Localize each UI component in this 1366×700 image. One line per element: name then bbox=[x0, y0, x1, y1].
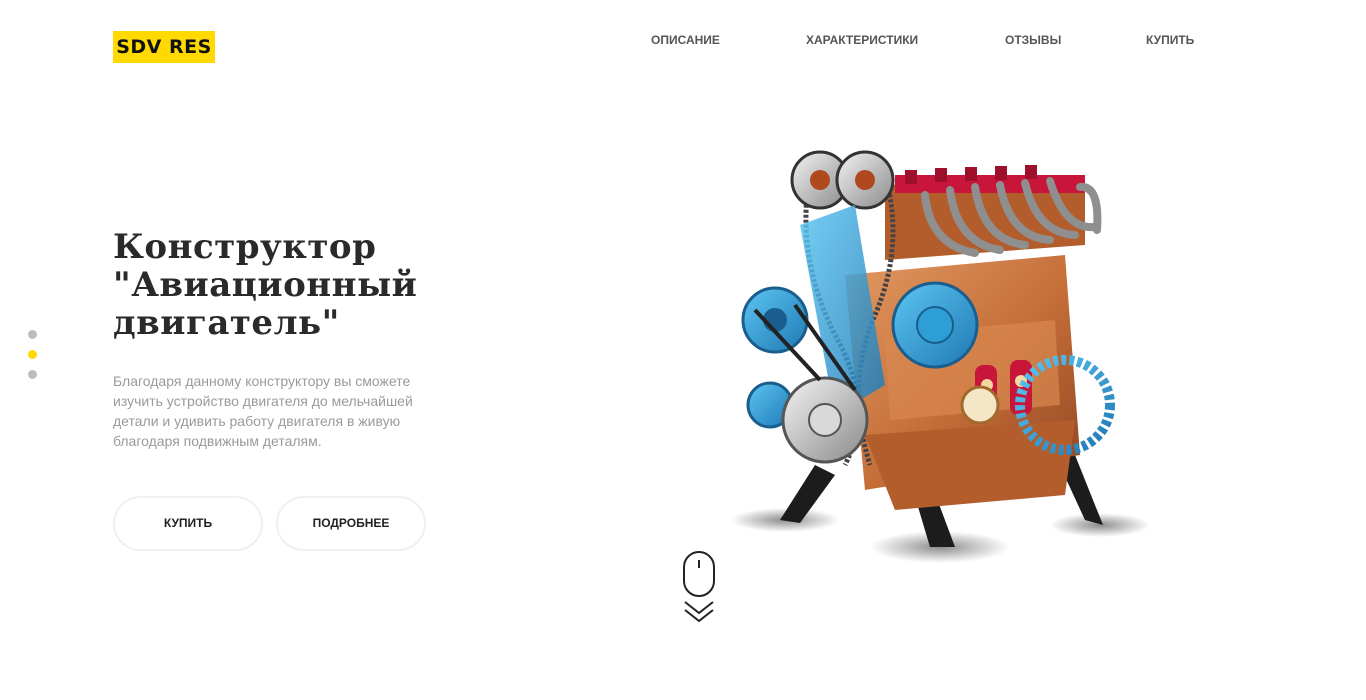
buy-button[interactable]: КУПИТЬ bbox=[113, 496, 263, 551]
nav-item-buy[interactable]: КУПИТЬ bbox=[1146, 33, 1194, 47]
hero-title-line-3: двигатель" bbox=[113, 303, 340, 343]
slider-dot-3[interactable] bbox=[28, 370, 37, 379]
scroll-down-hint[interactable] bbox=[682, 550, 716, 626]
logo[interactable]: SDV RES bbox=[113, 31, 215, 63]
slider-dot-1[interactable] bbox=[28, 330, 37, 339]
more-button[interactable]: ПОДРОБНЕЕ bbox=[276, 496, 426, 551]
hero-title-line-1: Конструктор bbox=[113, 227, 377, 267]
hero-title: Конструктор "Авиационный двигатель" bbox=[113, 228, 513, 342]
slider-dot-2-active[interactable] bbox=[28, 350, 37, 359]
hero-title-line-2: "Авиационный bbox=[113, 265, 418, 305]
nav-item-specs[interactable]: ХАРАКТЕРИСТИКИ bbox=[806, 33, 918, 47]
double-chevron-down-icon bbox=[684, 601, 714, 623]
slider-pagination bbox=[28, 330, 38, 390]
hero-description: Благодаря данному конструктору вы сможет… bbox=[113, 373, 413, 449]
engine-product-image bbox=[730, 150, 1150, 563]
nav-item-reviews[interactable]: ОТЗЫВЫ bbox=[1005, 33, 1061, 47]
nav-item-description[interactable]: ОПИСАНИЕ bbox=[651, 33, 720, 47]
mouse-scroll-icon bbox=[683, 551, 715, 597]
